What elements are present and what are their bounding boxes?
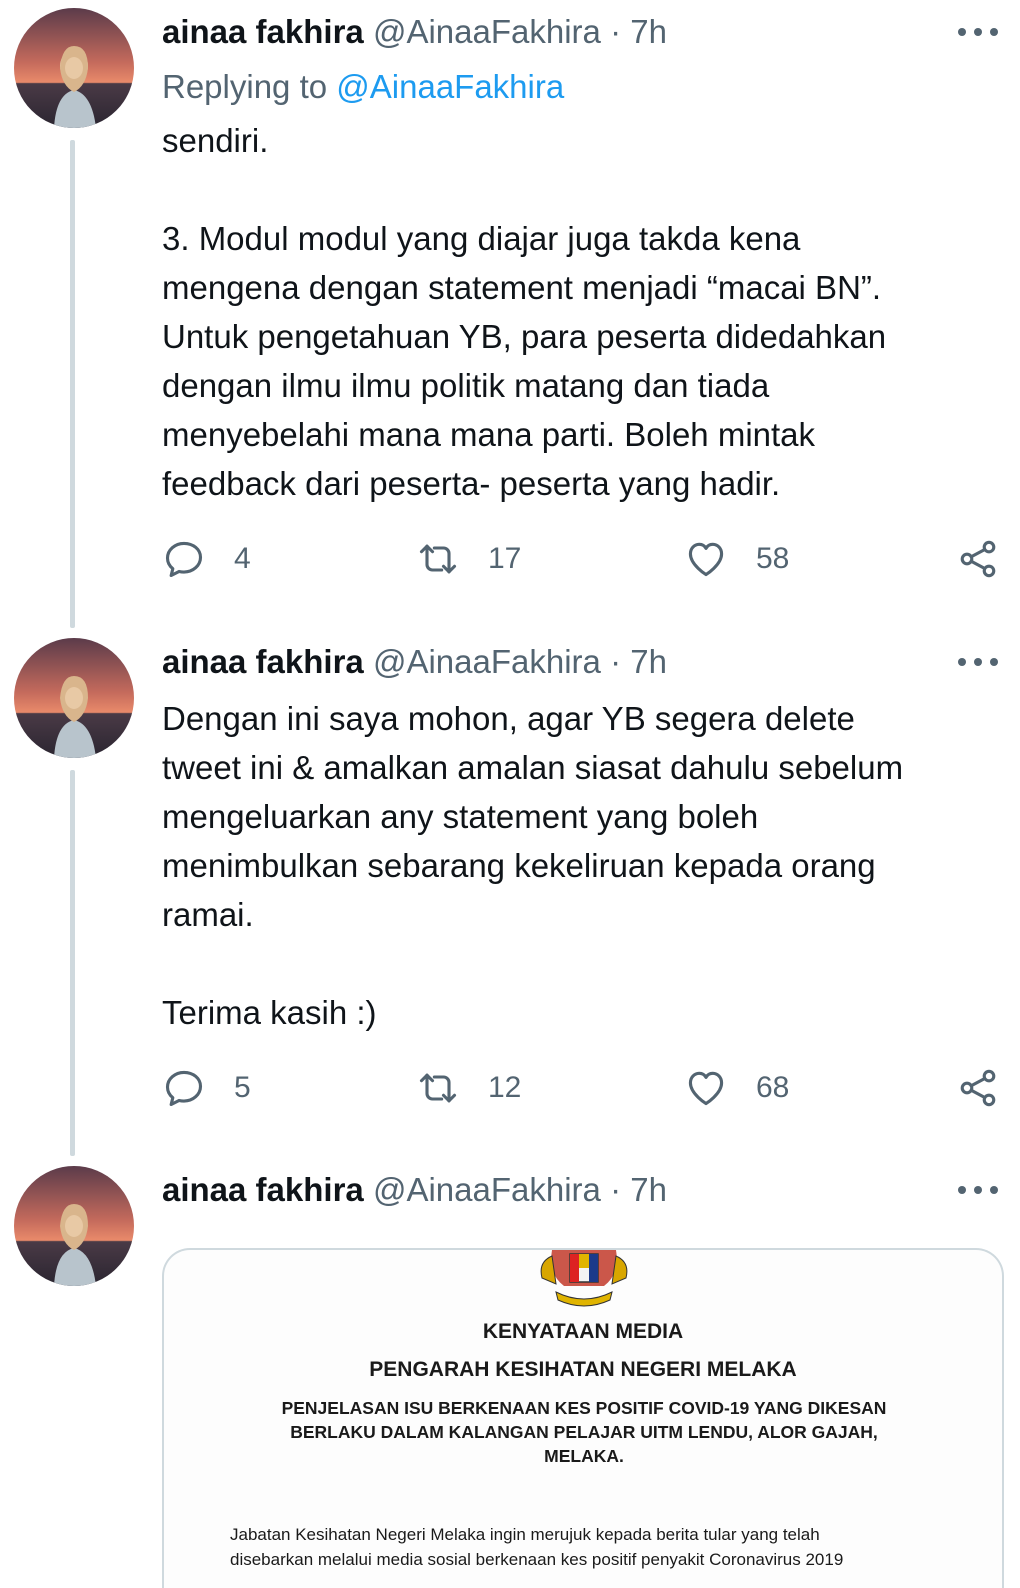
tweet-header: ainaa fakhira @AinaaFakhira · 7h — [162, 1170, 667, 1210]
more-icon[interactable] — [958, 1180, 998, 1200]
share-icon — [960, 540, 996, 578]
separator-dot: · — [610, 643, 622, 680]
display-name[interactable]: ainaa fakhira — [162, 643, 364, 680]
more-icon[interactable] — [958, 652, 998, 672]
press-release-document: KENYATAAN MEDIA PENGARAH KESIHATAN NEGER… — [164, 1250, 1002, 1588]
document-title: KENYATAAN MEDIA — [482, 1320, 684, 1343]
user-handle[interactable]: @AinaaFakhira — [373, 643, 601, 680]
tweet-actions: 4 17 58 — [162, 535, 1002, 583]
user-handle[interactable]: @AinaaFakhira — [373, 1171, 601, 1208]
reply-button[interactable]: 4 — [162, 535, 251, 583]
malaysia-coat-of-arms-icon — [540, 1250, 628, 1307]
share-icon — [960, 1069, 996, 1107]
tweet-paragraph: sendiri. — [162, 122, 269, 159]
user-handle[interactable]: @AinaaFakhira — [373, 13, 601, 50]
heart-icon — [688, 1071, 724, 1106]
thread-line — [70, 140, 75, 628]
tweet-actions: 5 12 68 — [162, 1064, 1002, 1112]
share-button[interactable] — [956, 1064, 1000, 1112]
share-button[interactable] — [956, 535, 1000, 583]
retweet-button[interactable]: 12 — [416, 1064, 521, 1112]
reply-count: 4 — [234, 542, 251, 575]
media-image[interactable]: KENYATAAN MEDIA PENGARAH KESIHATAN NEGER… — [162, 1248, 1004, 1588]
retweet-icon — [419, 544, 457, 574]
tweet-paragraph: 3. Modul modul yang diajar juga takda ke… — [162, 220, 887, 502]
tweet-3[interactable]: ainaa fakhira @AinaaFakhira · 7h KENYATA… — [0, 1158, 1020, 1588]
avatar[interactable] — [14, 1166, 134, 1286]
reply-button[interactable]: 5 — [162, 1064, 251, 1112]
tweet-header: ainaa fakhira @AinaaFakhira · 7h — [162, 12, 667, 52]
like-count: 68 — [756, 1071, 790, 1104]
avatar-photo — [14, 638, 134, 758]
separator-dot: · — [610, 1171, 622, 1208]
like-button[interactable]: 58 — [684, 535, 789, 583]
more-icon[interactable] — [958, 22, 998, 42]
reply-count: 5 — [234, 1071, 251, 1104]
reply-icon — [165, 1070, 203, 1107]
tweet-1[interactable]: ainaa fakhira @AinaaFakhira · 7h Replyin… — [0, 0, 1020, 630]
tweet-paragraph: Dengan ini saya mohon, agar YB segera de… — [162, 700, 904, 933]
tweet-timestamp[interactable]: 7h — [630, 1171, 667, 1208]
avatar-photo — [14, 1166, 134, 1286]
document-heading: PENJELASAN ISU BERKENAAN KES POSITIF COV… — [281, 1398, 887, 1466]
retweet-count: 12 — [488, 1071, 522, 1104]
tweet-text: sendiri. 3. Modul modul yang diajar juga… — [162, 116, 992, 508]
retweet-button[interactable]: 17 — [416, 535, 521, 583]
tweet-text: Dengan ini saya mohon, agar YB segera de… — [162, 694, 992, 1037]
retweet-icon — [419, 1073, 457, 1103]
thread-line — [70, 770, 75, 1156]
document-paragraph: Jabatan Kesihatan Negeri Melaka ingin me… — [230, 1525, 844, 1569]
replying-handle-link[interactable]: @AinaaFakhira — [336, 68, 564, 105]
retweet-count: 17 — [488, 542, 522, 575]
heart-icon — [688, 542, 724, 577]
tweet-paragraph: Terima kasih :) — [162, 994, 377, 1031]
tweet-header: ainaa fakhira @AinaaFakhira · 7h — [162, 642, 667, 682]
replying-to: Replying to @AinaaFakhira — [162, 67, 564, 107]
document-subtitle: PENGARAH KESIHATAN NEGERI MELAKA — [369, 1358, 797, 1381]
like-count: 58 — [756, 542, 790, 575]
tweet-timestamp[interactable]: 7h — [630, 13, 667, 50]
avatar[interactable] — [14, 638, 134, 758]
tweet-2[interactable]: ainaa fakhira @AinaaFakhira · 7h Dengan … — [0, 630, 1020, 1158]
like-button[interactable]: 68 — [684, 1064, 789, 1112]
avatar-photo — [14, 8, 134, 128]
display-name[interactable]: ainaa fakhira — [162, 13, 364, 50]
avatar[interactable] — [14, 8, 134, 128]
display-name[interactable]: ainaa fakhira — [162, 1171, 364, 1208]
separator-dot: · — [610, 13, 622, 50]
tweet-timestamp[interactable]: 7h — [630, 643, 667, 680]
reply-icon — [165, 541, 203, 578]
replying-prefix: Replying to — [162, 68, 337, 105]
